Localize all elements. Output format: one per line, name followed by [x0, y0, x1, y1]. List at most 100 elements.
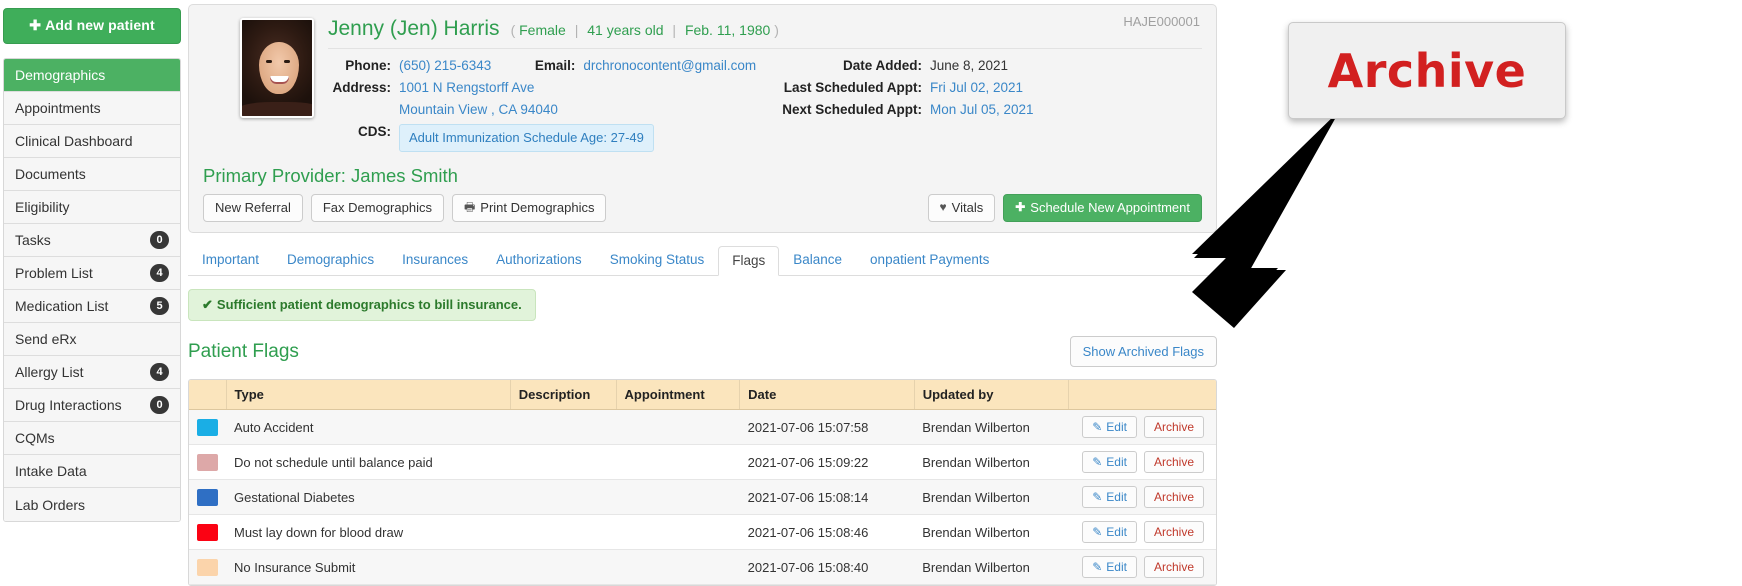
address-line2[interactable]: Mountain View , CA 94040 [391, 100, 558, 120]
table-body: Auto Accident 2021-07-06 15:07:58 Brendan … [189, 409, 1216, 585]
archive-callout: Archive [1288, 22, 1566, 119]
patient-flags-table: Type Description Appointment Date Updated by… [189, 380, 1216, 585]
archive-flag-button[interactable]: Archive [1143, 416, 1204, 438]
tab-important[interactable]: Important [188, 245, 273, 275]
table-row: Must lay down for blood draw 2021-07-06 1… [189, 514, 1216, 550]
cell-type: Do not schedule until balance paid [226, 444, 511, 480]
add-new-patient-button[interactable]: ✚ Add new patient [3, 8, 181, 44]
sidebar-item-badge: 0 [150, 231, 169, 249]
sidebar-item-send-erx[interactable]: Send eRx [4, 323, 180, 356]
sidebar-item-label: Clinical Dashboard [15, 133, 133, 149]
flag-color-swatch [197, 453, 218, 471]
sidebar-item-medication-list[interactable]: Medication List 5 [4, 290, 180, 323]
sidebar-item-tasks[interactable]: Tasks 0 [4, 224, 180, 257]
cell-description [510, 444, 617, 480]
edit-label: Edit [1106, 420, 1127, 434]
cell-actions: ✎ Edit Archive [1068, 409, 1216, 445]
column-header-description: Description [510, 380, 617, 410]
tab-onpatient-payments[interactable]: onpatient Payments [856, 245, 1003, 275]
meta-sep-2: | [672, 22, 677, 38]
cell-actions: ✎ Edit Archive [1068, 549, 1216, 585]
phone-value[interactable]: (650) 215-6343 [391, 56, 491, 76]
sidebar-item-cqms[interactable]: CQMs [4, 422, 180, 455]
sidebar-item-label: Tasks [15, 232, 51, 248]
cell-appointment [616, 549, 740, 585]
tab-balance[interactable]: Balance [779, 245, 856, 275]
edit-label: Edit [1106, 525, 1127, 539]
cell-date: 2021-07-06 15:08:40 [739, 549, 915, 585]
sidebar-item-label: Drug Interactions [15, 397, 122, 413]
sidebar-item-clinical-dashboard[interactable]: Clinical Dashboard [4, 125, 180, 158]
edit-label: Edit [1106, 490, 1127, 504]
last-appt-value[interactable]: Fri Jul 02, 2021 [922, 78, 1023, 98]
fax-demographics-label: Fax Demographics [322, 200, 432, 215]
vitals-button[interactable]: ♥ Vitals [927, 194, 996, 222]
vitals-label: Vitals [951, 200, 984, 215]
phone-label: Phone: [345, 58, 391, 73]
cell-type: No Insurance Submit [226, 549, 511, 585]
sidebar-item-problem-list[interactable]: Problem List 4 [4, 257, 180, 290]
address-label: Address: [332, 80, 391, 95]
address-line1[interactable]: 1001 N Rengstorff Ave [391, 78, 534, 98]
cell-actions: ✎ Edit Archive [1068, 444, 1216, 480]
archive-flag-button[interactable]: Archive [1143, 521, 1204, 543]
plus-icon: ✚ [29, 17, 42, 33]
cell-date: 2021-07-06 15:08:46 [739, 514, 915, 550]
tab-flags[interactable]: Flags [718, 246, 780, 276]
tab-smoking-status[interactable]: Smoking Status [596, 245, 719, 275]
patient-contact-column: Phone: (650) 215-6343 Email: drchronocon… [328, 56, 758, 154]
table-row: Gestational Diabetes 2021-07-06 15:08:14 B… [189, 479, 1216, 515]
column-header-date: Date [739, 380, 915, 410]
demographics-alert-text: Sufficient patient demographics to bill … [216, 297, 522, 312]
new-referral-button[interactable]: New Referral [203, 194, 303, 222]
tab-insurances[interactable]: Insurances [388, 245, 482, 275]
sidebar-item-drug-interactions[interactable]: Drug Interactions 0 [4, 389, 180, 422]
edit-flag-button[interactable]: ✎ Edit [1082, 486, 1137, 508]
patient-flags-header: Patient Flags Show Archived Flags [188, 336, 1217, 367]
show-archived-flags-button[interactable]: Show Archived Flags [1069, 336, 1217, 367]
edit-flag-button[interactable]: ✎ Edit [1082, 556, 1137, 578]
next-appt-value[interactable]: Mon Jul 05, 2021 [922, 100, 1034, 120]
archive-flag-button[interactable]: Archive [1143, 486, 1204, 508]
sidebar-item-lab-orders[interactable]: Lab Orders [4, 488, 180, 521]
patient-tabs: Important Demographics Insurances Authoriza… [188, 245, 1217, 276]
sidebar-item-appointments[interactable]: Appointments [4, 92, 180, 125]
sidebar-item-documents[interactable]: Documents [4, 158, 180, 191]
sidebar-item-badge: 4 [150, 264, 169, 282]
sidebar-item-eligibility[interactable]: Eligibility [4, 191, 180, 224]
last-appt-label: Last Scheduled Appt: [783, 80, 922, 95]
pencil-icon: ✎ [1092, 455, 1103, 469]
edit-label: Edit [1106, 455, 1127, 469]
sidebar-item-demographics[interactable]: Demographics [4, 59, 180, 92]
sidebar-item-intake-data[interactable]: Intake Data [4, 455, 180, 488]
email-value[interactable]: drchronocontent@gmail.com [575, 56, 756, 76]
column-header-blank-6 [1068, 380, 1216, 410]
cds-pill[interactable]: Adult Immunization Schedule Age: 27-49 [399, 124, 654, 152]
column-header-updated-by: Updated by [914, 380, 1069, 410]
edit-flag-button[interactable]: ✎ Edit [1082, 416, 1137, 438]
print-demographics-button[interactable]: 🖶 Print Demographics [451, 194, 607, 222]
add-new-patient-label: Add new patient [45, 17, 155, 33]
patient-age: 41 years old [587, 22, 664, 38]
cell-date: 2021-07-06 15:08:14 [739, 479, 915, 515]
meta-sep-1: | [574, 22, 579, 38]
sidebar-item-label: Documents [15, 166, 86, 182]
tab-authorizations[interactable]: Authorizations [482, 245, 596, 275]
cell-description [510, 549, 617, 585]
table-row: Auto Accident 2021-07-06 15:07:58 Brendan … [189, 409, 1216, 445]
sidebar-item-allergy-list[interactable]: Allergy List 4 [4, 356, 180, 389]
cell-updated-by: Brendan Wilberton [914, 549, 1069, 585]
archive-flag-button[interactable]: Archive [1143, 451, 1204, 473]
tab-demographics[interactable]: Demographics [273, 245, 388, 275]
pencil-icon: ✎ [1092, 420, 1103, 434]
edit-flag-button[interactable]: ✎ Edit [1082, 451, 1137, 473]
fax-demographics-button[interactable]: Fax Demographics [310, 194, 444, 222]
edit-flag-button[interactable]: ✎ Edit [1082, 521, 1137, 543]
archive-flag-button[interactable]: Archive [1143, 556, 1204, 578]
flag-color-cell [189, 549, 226, 585]
print-demographics-label: Print Demographics [480, 200, 595, 215]
sidebar-item-label: Allergy List [15, 364, 84, 380]
schedule-new-appointment-button[interactable]: ✚ Schedule New Appointment [1003, 194, 1202, 222]
primary-provider: Primary Provider: James Smith [203, 165, 458, 186]
cell-date: 2021-07-06 15:07:58 [739, 409, 915, 445]
